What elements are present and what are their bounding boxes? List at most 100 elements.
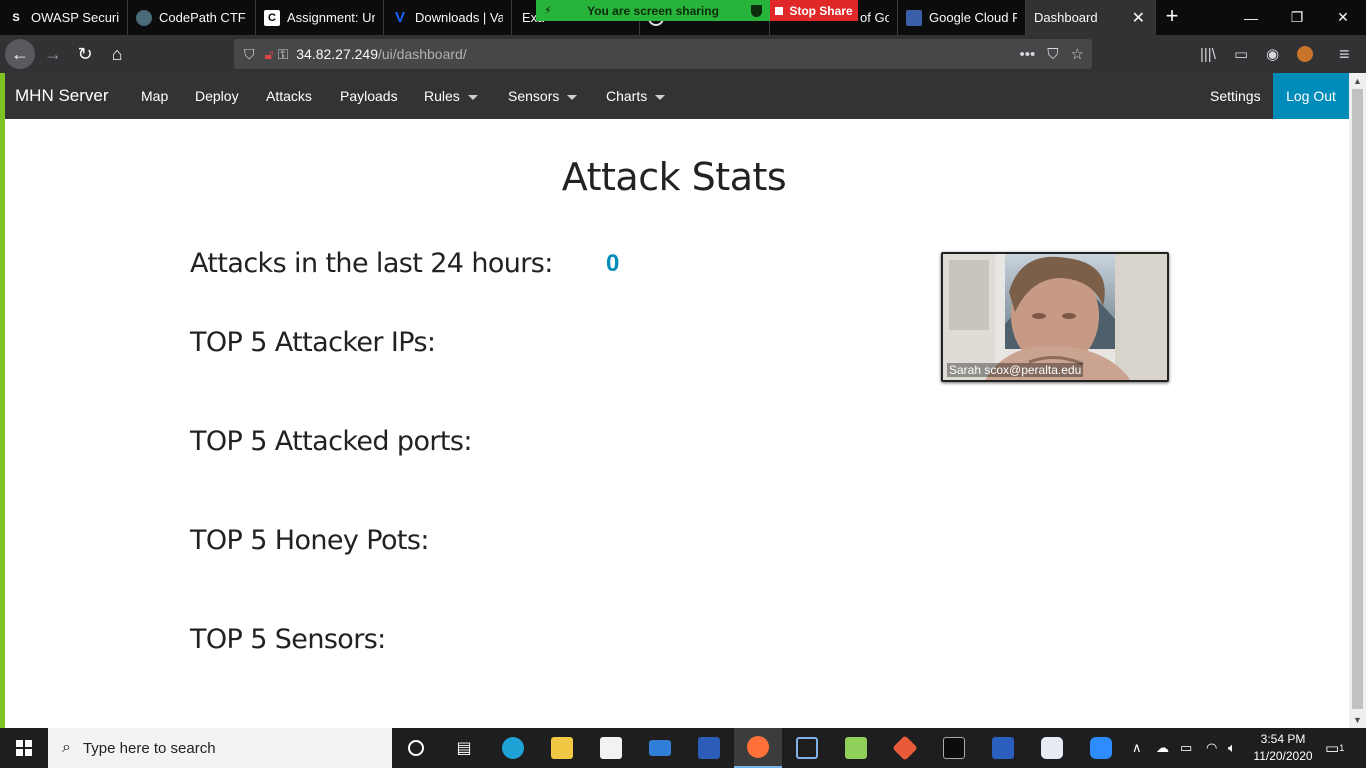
owasp-favicon-icon: S (8, 9, 24, 26)
powershell-icon[interactable] (979, 728, 1027, 768)
key-icon[interactable]: ⚿ (278, 46, 289, 63)
back-arrow-icon[interactable]: ← (5, 39, 35, 69)
tab-dashboard[interactable]: Dashboard ✕ (1026, 0, 1156, 35)
brand-link[interactable]: MHN Server (15, 73, 109, 119)
gcp-chip-icon (906, 9, 922, 26)
forward-arrow-icon[interactable]: → (38, 39, 68, 69)
participant-name: Sarah scox@peralta.edu (947, 363, 1084, 377)
word-icon[interactable] (685, 728, 733, 768)
shield-icon (751, 4, 762, 17)
zoom-share-icon[interactable] (1028, 728, 1076, 768)
windows-start-icon[interactable] (0, 728, 48, 768)
scroll-up-icon[interactable]: ▲ (1349, 73, 1366, 89)
edge-icon[interactable] (489, 728, 537, 768)
nav-settings[interactable]: Settings (1210, 73, 1261, 119)
attacks-24h-value: 0 (606, 250, 620, 277)
battery-icon[interactable]: ▭ (1180, 728, 1192, 768)
notification-count: 1 (1339, 743, 1345, 753)
nav-rules[interactable]: Rules (424, 73, 478, 119)
page-title: Attack Stats (561, 155, 787, 199)
nav-payloads[interactable]: Payloads (340, 73, 398, 119)
top-attacker-ips-label: TOP 5 Attacker IPs: (190, 327, 436, 358)
address-bar[interactable]: ⛉ 🔓︎ ⚿ 34.82.27.249/ui/dashboard/ ••• ⛉ … (234, 39, 1092, 69)
windows-logo-icon (16, 740, 32, 756)
app-navbar: MHN Server Map Deploy Attacks Payloads R… (5, 73, 1349, 119)
mail-icon[interactable] (636, 728, 684, 768)
tab-close-icon[interactable]: ✕ (1132, 8, 1145, 28)
taskbar-clock[interactable]: 3:54 PM 11/20/2020 (1248, 731, 1318, 765)
volume-icon[interactable]: 🔈︎ (1228, 728, 1236, 768)
new-tab-button[interactable]: + (1160, 5, 1184, 29)
library-icon[interactable]: |||\ (1200, 39, 1216, 69)
notification-center-icon[interactable]: ▭ 1 (1325, 728, 1344, 768)
taskbar-search-input[interactable]: ⌕ Type here to search (48, 728, 392, 768)
menu-hamburger-icon[interactable]: ≡ (1339, 39, 1350, 69)
url-host: 34.82.27.249 (296, 46, 378, 62)
account-icon[interactable]: ◉ (1266, 39, 1279, 69)
tab-assignment[interactable]: C Assignment: Un (256, 0, 384, 35)
attacks-24h-label: Attacks in the last 24 hours: (190, 248, 553, 279)
nav-map[interactable]: Map (141, 73, 168, 119)
nav-attacks[interactable]: Attacks (266, 73, 312, 119)
tray-chevron-icon[interactable]: ∧ (1132, 728, 1142, 768)
firefox-icon[interactable] (734, 728, 782, 768)
nav-charts[interactable]: Charts (606, 73, 666, 119)
tab-codepath[interactable]: CodePath CTF (128, 0, 256, 35)
page-actions-icon[interactable]: ••• (1020, 46, 1036, 63)
url-path: /ui/dashboard/ (377, 46, 467, 62)
stop-share-button[interactable]: Stop Share (770, 0, 858, 21)
tracking-shield-icon: ⛉ (244, 45, 255, 62)
minimize-button[interactable]: — (1228, 0, 1274, 35)
extension-cookie-icon[interactable] (1297, 39, 1313, 69)
vagrant-favicon-icon: V (394, 9, 405, 26)
task-view-icon[interactable]: ▤ (440, 728, 488, 768)
scrollbar-thumb[interactable] (1352, 89, 1363, 709)
tab-title: OWASP Security (31, 10, 119, 25)
zoom-icon[interactable] (1077, 728, 1125, 768)
close-window-button[interactable]: ✕ (1320, 0, 1366, 35)
nav-rules-label: Rules (424, 88, 460, 104)
tab-vagrant-downloads[interactable]: V Downloads | Vag (384, 0, 512, 35)
logout-button[interactable]: Log Out (1273, 73, 1349, 119)
search-icon: ⌕ (62, 739, 71, 756)
tab-title: CodePath CTF (159, 10, 246, 25)
virtualbox-icon[interactable] (783, 728, 831, 768)
top-honeypots-label: TOP 5 Honey Pots: (190, 525, 429, 556)
nav-sensors[interactable]: Sensors (508, 73, 578, 119)
tab-owasp[interactable]: S OWASP Security (0, 0, 128, 35)
cortana-icon[interactable] (392, 728, 440, 768)
nav-sensors-label: Sensors (508, 88, 560, 104)
caret-down-icon (567, 94, 578, 100)
clock-time: 3:54 PM (1260, 732, 1306, 746)
store-icon[interactable] (587, 728, 635, 768)
caret-down-icon (467, 94, 478, 100)
sidebar-icon[interactable]: ▭ (1234, 39, 1248, 69)
tab-title: Google Cloud Pl (929, 10, 1017, 25)
notepad-plus-icon[interactable] (832, 728, 880, 768)
vertical-scrollbar[interactable]: ▲ ▼ (1349, 73, 1366, 728)
terminal-icon[interactable] (930, 728, 978, 768)
nav-charts-label: Charts (606, 88, 648, 104)
git-icon[interactable] (881, 728, 929, 768)
globe-icon (136, 9, 152, 26)
scroll-down-icon[interactable]: ▼ (1349, 712, 1366, 728)
bookmark-star-icon[interactable]: ☆ (1071, 45, 1084, 63)
home-icon[interactable]: ⌂ (102, 39, 132, 69)
tab-title: Assignment: Un (287, 10, 375, 25)
pocket-icon[interactable]: ⛉ (1047, 46, 1058, 63)
onedrive-icon[interactable]: ☁ (1156, 728, 1169, 768)
url-text[interactable]: 34.82.27.249/ui/dashboard/ (296, 46, 466, 62)
maximize-button[interactable]: ❐ (1274, 0, 1320, 35)
wifi-icon[interactable]: ◠ (1206, 728, 1217, 768)
video-call-tile[interactable]: Sarah scox@peralta.edu (941, 252, 1169, 382)
nav-deploy[interactable]: Deploy (195, 73, 239, 119)
page-content: MHN Server Map Deploy Attacks Payloads R… (5, 73, 1349, 728)
url-actions: ••• ⛉ ☆ (1020, 39, 1084, 69)
reload-icon[interactable]: ↻ (70, 39, 100, 69)
top-sensors-label: TOP 5 Sensors: (190, 624, 386, 655)
tab-google-cloud[interactable]: Google Cloud Pl (898, 0, 1026, 35)
insecure-lock-icon[interactable]: 🔓︎ (265, 46, 274, 63)
file-explorer-icon[interactable] (538, 728, 586, 768)
screen-sharing-banner: ⚡ You are screen sharing (536, 0, 770, 21)
browser-tab-bar: S OWASP Security CodePath CTF C Assignme… (0, 0, 1366, 35)
